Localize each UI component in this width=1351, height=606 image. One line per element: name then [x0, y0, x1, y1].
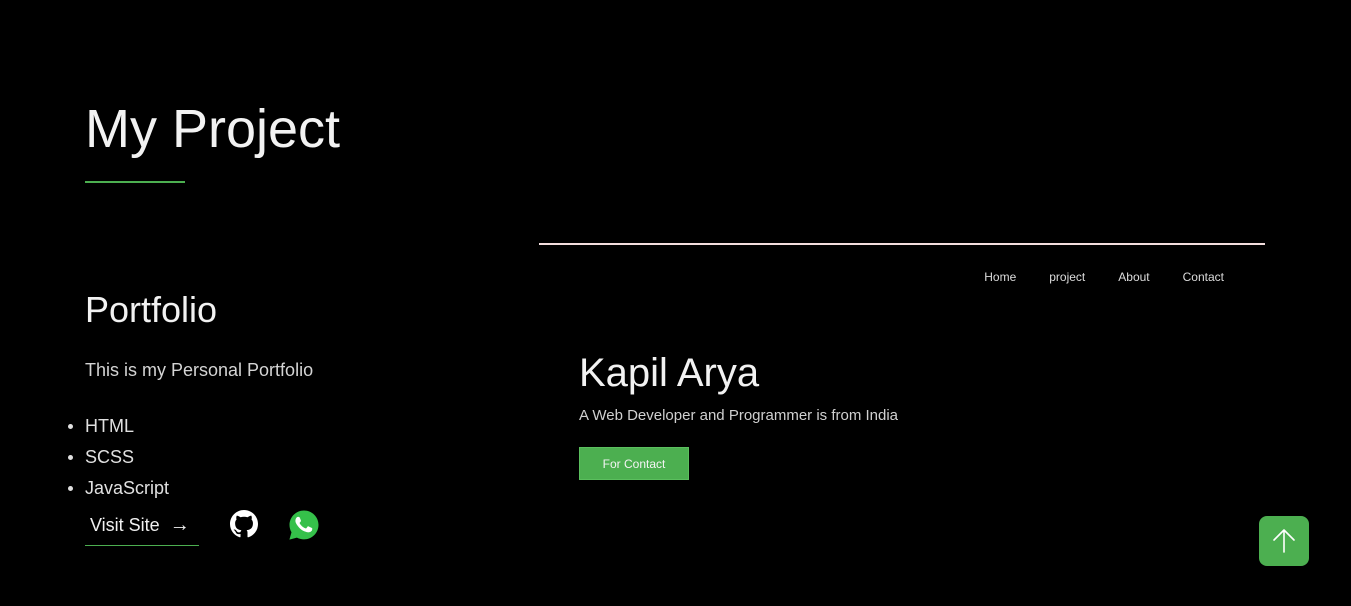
project-name: Portfolio	[85, 289, 218, 330]
contact-button[interactable]: For Contact	[579, 447, 689, 480]
nav-link-about[interactable]: About	[1118, 270, 1149, 284]
nav-link-contact[interactable]: Contact	[1183, 270, 1224, 284]
technology-item: HTML	[67, 414, 169, 445]
title-underline	[85, 181, 185, 183]
visit-site-label: Visit Site	[90, 515, 160, 535]
project-preview: Home project About Contact Kapil Arya A …	[539, 243, 1265, 573]
arrow-up-icon	[1273, 529, 1295, 553]
nav-link-home[interactable]: Home	[984, 270, 1016, 284]
project-details: Portfolio This is my Personal Portfolio …	[67, 288, 505, 546]
project-links: Visit Site →	[85, 510, 385, 548]
preview-divider	[539, 243, 1265, 245]
visit-site-link[interactable]: Visit Site →	[85, 510, 199, 546]
whatsapp-icon	[289, 510, 319, 540]
whatsapp-link[interactable]	[288, 509, 320, 541]
section-title: My Project	[85, 99, 341, 159]
technology-list: HTML SCSS JavaScript	[67, 414, 169, 507]
hero-tagline: A Web Developer and Programmer is from I…	[579, 407, 899, 424]
github-link[interactable]	[230, 510, 258, 538]
scroll-to-top-button[interactable]	[1259, 516, 1309, 566]
project-description: This is my Personal Portfolio	[85, 360, 314, 380]
technology-item: JavaScript	[67, 476, 169, 507]
arrow-right-icon: →	[169, 514, 190, 536]
project-page: My Project Portfolio This is my Personal…	[0, 0, 1351, 606]
nav-link-project[interactable]: project	[1049, 270, 1085, 284]
technology-item: SCSS	[67, 445, 169, 476]
github-icon	[230, 510, 258, 538]
hero-name: Kapil Arya	[579, 351, 760, 395]
preview-nav: Home project About Contact	[951, 270, 1224, 284]
